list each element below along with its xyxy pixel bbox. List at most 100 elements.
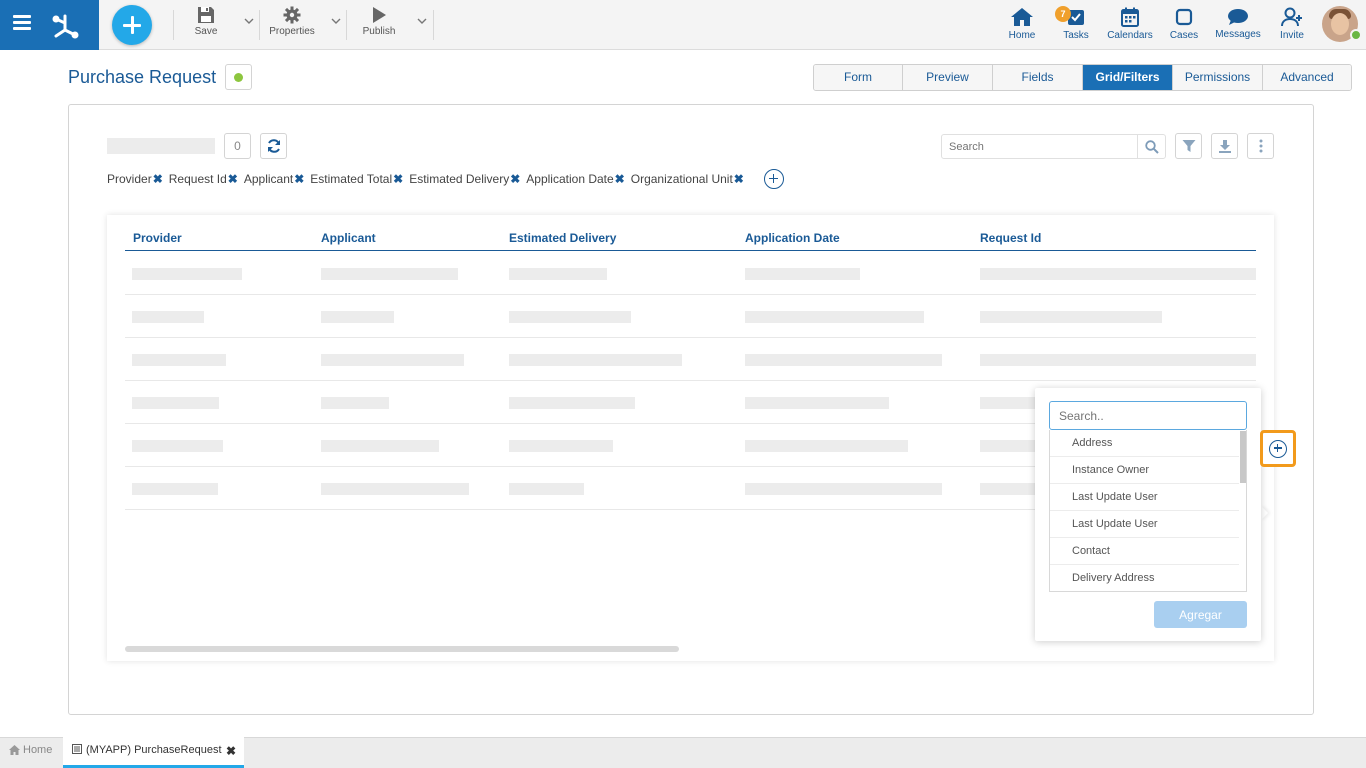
chevron-down-icon[interactable]: [244, 16, 254, 26]
field-list-scrollbar[interactable]: [1240, 431, 1246, 483]
filter-button[interactable]: [1175, 133, 1202, 159]
add-user-icon: [1281, 7, 1302, 27]
nav-cases[interactable]: Cases: [1168, 7, 1200, 41]
toolbar-divider: [259, 10, 260, 40]
table-row: [125, 252, 1256, 295]
save-button[interactable]: Save: [190, 6, 222, 44]
close-icon[interactable]: ✖: [393, 172, 403, 186]
cell-placeholder: [509, 483, 584, 495]
cell-placeholder: [321, 311, 394, 323]
close-icon[interactable]: ✖: [228, 172, 238, 186]
nav-home[interactable]: Home: [1005, 7, 1039, 41]
filter-chip: Organizational Unit ✖: [631, 172, 744, 186]
filter-chip-label: Request Id: [168, 172, 227, 186]
refresh-button[interactable]: [260, 133, 287, 159]
cell-placeholder: [321, 397, 389, 409]
add-filter-icon[interactable]: [764, 169, 784, 189]
designer-tabs: Form Preview Fields Grid/Filters Permiss…: [813, 64, 1352, 91]
search-icon: [1145, 140, 1159, 154]
properties-button[interactable]: Properties: [268, 6, 316, 44]
agregar-button[interactable]: Agregar: [1154, 601, 1247, 628]
column-header[interactable]: Application Date: [745, 231, 840, 245]
filter-chip-label: Estimated Total: [310, 172, 393, 186]
cell-placeholder: [509, 311, 631, 323]
publish-label: Publish: [362, 26, 396, 37]
grid-search-input[interactable]: [942, 135, 1137, 158]
list-item[interactable]: Address: [1050, 430, 1239, 457]
column-header[interactable]: Applicant: [321, 231, 376, 245]
cell-placeholder: [509, 268, 607, 280]
list-item[interactable]: Contact: [1050, 538, 1239, 565]
close-icon[interactable]: ✖: [153, 172, 163, 186]
list-item[interactable]: Instance Owner: [1050, 457, 1239, 484]
tab-grid-filters[interactable]: Grid/Filters: [1083, 65, 1173, 90]
horizontal-scrollbar[interactable]: [125, 646, 679, 652]
close-icon[interactable]: ✖: [294, 172, 304, 186]
nav-calendars[interactable]: Calendars: [1107, 7, 1153, 41]
gear-icon: [283, 6, 301, 24]
filter-chip: Request Id ✖: [169, 172, 238, 186]
footer-tab-home[interactable]: Home: [0, 737, 62, 768]
save-label: Save: [194, 26, 218, 37]
chevron-down-icon[interactable]: [331, 16, 341, 26]
list-item[interactable]: Delivery Address: [1050, 565, 1239, 591]
cell-placeholder: [321, 354, 464, 366]
list-item[interactable]: Last Update User: [1050, 511, 1239, 538]
filter-chip: Applicant ✖: [244, 172, 304, 186]
cell-placeholder: [321, 483, 469, 495]
filter-chip-label: Applicant: [243, 172, 294, 186]
filter-chip: Estimated Delivery ✖: [409, 172, 520, 186]
cell-placeholder: [745, 483, 942, 495]
nav-tasks-label: Tasks: [1063, 30, 1089, 41]
publish-button[interactable]: Publish: [360, 6, 398, 44]
cell-placeholder: [509, 397, 635, 409]
add-column-button[interactable]: [1260, 430, 1296, 467]
field-search: [1049, 401, 1247, 430]
tab-preview[interactable]: Preview: [903, 65, 993, 90]
cell-placeholder: [132, 440, 223, 452]
cell-placeholder: [132, 354, 226, 366]
nav-calendars-label: Calendars: [1107, 30, 1153, 41]
nav-messages-label: Messages: [1215, 29, 1261, 40]
nav-invite-label: Invite: [1280, 30, 1304, 41]
tab-fields[interactable]: Fields: [993, 65, 1083, 90]
search-button[interactable]: [1137, 135, 1165, 158]
footer-tab-document[interactable]: (MYAPP) PurchaseRequest: [63, 737, 244, 768]
cell-placeholder: [321, 268, 458, 280]
home-icon: [9, 745, 20, 755]
column-header[interactable]: Estimated Delivery: [509, 231, 616, 245]
chat-bubble-icon: [1228, 9, 1248, 25]
close-icon[interactable]: ✖: [510, 172, 520, 186]
status-indicator[interactable]: [225, 64, 252, 90]
field-search-input[interactable]: [1050, 402, 1246, 429]
cell-placeholder: [980, 483, 1040, 495]
nav-invite[interactable]: Invite: [1277, 7, 1307, 41]
download-button[interactable]: [1211, 133, 1238, 159]
menu-icon[interactable]: [13, 15, 31, 30]
add-new-button[interactable]: [112, 5, 152, 45]
cell-placeholder: [745, 440, 908, 452]
tab-permissions[interactable]: Permissions: [1173, 65, 1263, 90]
chevron-down-icon[interactable]: [417, 16, 427, 26]
list-item[interactable]: Last Update User: [1050, 484, 1239, 511]
close-icon[interactable]: ✖: [734, 172, 744, 186]
cell-placeholder: [132, 268, 242, 280]
close-icon[interactable]: ✖: [615, 172, 625, 186]
online-status-icon: [1350, 29, 1362, 41]
filter-chip: Application Date ✖: [526, 172, 624, 186]
filter-chip-list: Provider ✖ Request Id ✖ Applicant ✖ Estimat…: [107, 171, 750, 187]
filter-chip: Estimated Total ✖: [310, 172, 403, 186]
more-options-button[interactable]: [1247, 133, 1274, 159]
table-row: [125, 295, 1256, 338]
filter-icon: [1182, 140, 1196, 152]
nav-messages[interactable]: Messages: [1214, 8, 1262, 40]
column-header[interactable]: Provider: [133, 231, 182, 245]
tab-form[interactable]: Form: [814, 65, 903, 90]
field-list: Address Instance Owner Last Update User …: [1049, 430, 1247, 592]
tab-advanced[interactable]: Advanced: [1263, 65, 1351, 90]
document-icon: [72, 744, 82, 754]
app-logo-icon[interactable]: [48, 8, 82, 42]
close-tab-icon[interactable]: ✖: [226, 744, 236, 758]
column-header[interactable]: Request Id: [980, 231, 1041, 245]
page-title: Purchase Request: [68, 67, 217, 87]
